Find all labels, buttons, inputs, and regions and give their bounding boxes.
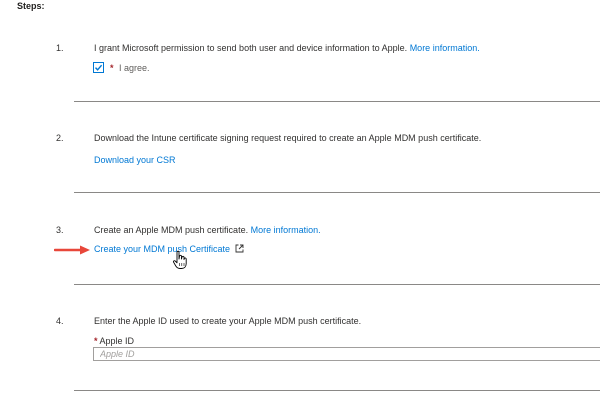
- divider-1: [74, 101, 600, 102]
- apple-id-label: Apple ID: [99, 336, 135, 346]
- agree-label-row: * I agree.: [110, 63, 150, 73]
- external-link-icon: [235, 244, 244, 253]
- apple-id-input[interactable]: [93, 347, 600, 361]
- step-1-more-info-link[interactable]: More information.: [410, 43, 480, 53]
- step-1-text: I grant Microsoft permission to send bot…: [94, 43, 408, 53]
- apple-id-required-marker: *: [94, 336, 98, 346]
- download-csr-link[interactable]: Download your CSR: [94, 155, 176, 165]
- step-3-text-row: Create an Apple MDM push certificate. Mo…: [94, 225, 321, 235]
- step-3-more-info-link[interactable]: More information.: [251, 225, 321, 235]
- step-4-number: 4.: [56, 316, 64, 326]
- checkmark-icon: [94, 64, 103, 71]
- divider-2: [74, 192, 600, 193]
- steps-heading: Steps:: [17, 1, 45, 11]
- apple-id-label-row: * Apple ID: [94, 336, 134, 346]
- create-mdm-push-certificate-link[interactable]: Create your MDM push Certificate: [94, 244, 230, 254]
- create-certificate-row: Create your MDM push Certificate: [94, 244, 244, 254]
- step-1-number: 1.: [56, 43, 64, 53]
- agree-required-marker: *: [110, 63, 114, 73]
- divider-4: [74, 390, 600, 391]
- step-2-text: Download the Intune certificate signing …: [94, 133, 482, 143]
- step-2-number: 2.: [56, 133, 64, 143]
- hand-cursor-icon: [173, 250, 187, 269]
- step-3-text: Create an Apple MDM push certificate.: [94, 225, 249, 235]
- agree-label: I agree.: [119, 63, 150, 73]
- step-1-text-row: I grant Microsoft permission to send bot…: [94, 43, 480, 53]
- step-3-number: 3.: [56, 225, 64, 235]
- divider-3: [74, 284, 600, 285]
- agree-checkbox[interactable]: [93, 62, 104, 73]
- step-4-text: Enter the Apple ID used to create your A…: [94, 316, 362, 326]
- red-arrow-icon: [54, 245, 90, 255]
